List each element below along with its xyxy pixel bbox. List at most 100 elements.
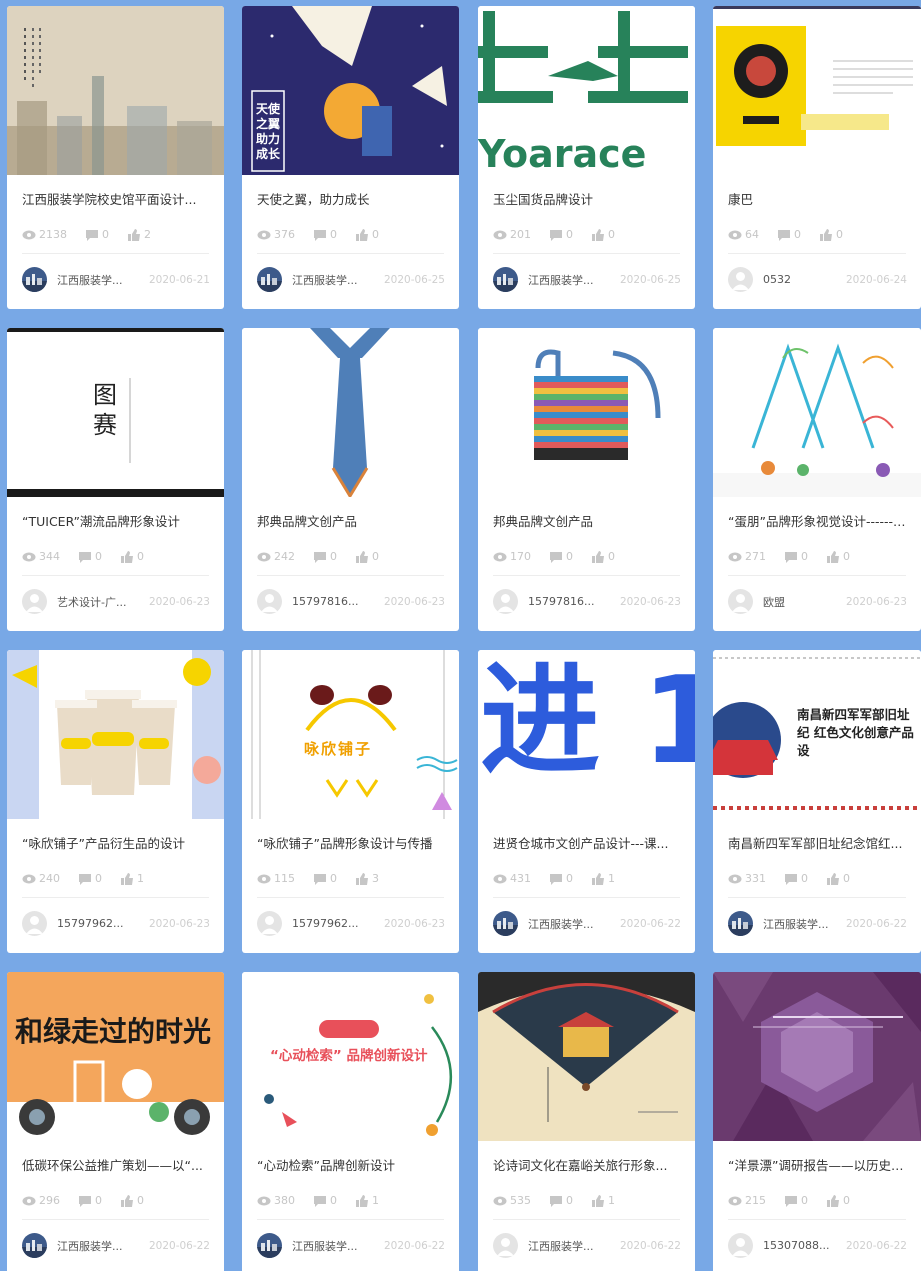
author-name[interactable]: 江西服装学... xyxy=(57,1238,123,1254)
project-title[interactable]: 南昌新四军军部旧址纪念馆红... xyxy=(728,835,909,853)
project-title[interactable]: 低碳环保公益推广策划——以“... xyxy=(22,1157,212,1175)
author-row[interactable]: 15797962... 2020-06-23 xyxy=(22,911,210,936)
project-card[interactable]: 江西服装学院校史馆平面设计... 2138 0 2 江西服装学... 2020-… xyxy=(7,6,224,309)
author-row[interactable]: 江西服装学... 2020-06-21 xyxy=(22,267,210,292)
project-thumbnail[interactable]: “心动检索” 品牌创新设计 xyxy=(242,972,459,1141)
project-thumbnail[interactable]: 进 1955 贤 仓 xyxy=(478,650,695,819)
avatar[interactable] xyxy=(257,267,282,292)
project-card[interactable]: 南昌新四军军部旧址纪 红色文化创意产品设 南昌新四军军部旧址纪念馆红... 33… xyxy=(713,650,921,953)
author-name[interactable]: 15307088... xyxy=(763,1239,829,1252)
project-thumbnail[interactable] xyxy=(713,6,921,175)
author-row[interactable]: 15797816... 2020-06-23 xyxy=(257,589,445,614)
project-card[interactable]: 图赛 “TUICER”潮流品牌形象设计 344 0 0 艺术设计-广... 20… xyxy=(7,328,224,631)
project-title[interactable]: 邦典品牌文创产品 xyxy=(493,513,683,531)
author-row[interactable]: 0532 2020-06-24 xyxy=(728,267,907,292)
author-row[interactable]: 江西服装学... 2020-06-25 xyxy=(257,267,445,292)
project-card[interactable]: “蛋朋”品牌形象视觉设计-------... 271 0 0 欧盟 2020-0… xyxy=(713,328,921,631)
avatar[interactable] xyxy=(257,1233,282,1258)
views-count: 201 xyxy=(510,228,531,241)
project-title[interactable]: 玉尘国货品牌设计 xyxy=(493,191,683,209)
project-title[interactable]: 天使之翼，助力成长 xyxy=(257,191,447,209)
project-thumbnail[interactable] xyxy=(478,328,695,497)
author-name[interactable]: 江西服装学... xyxy=(57,272,123,288)
project-thumbnail[interactable]: 咏欣铺子 xyxy=(242,650,459,819)
project-card[interactable]: 邦典品牌文创产品 242 0 0 15797816... 2020-06-23 xyxy=(242,328,459,631)
project-card[interactable]: “心动检索” 品牌创新设计 “心动检索”品牌创新设计 380 0 1 江西服装学… xyxy=(242,972,459,1271)
project-card[interactable]: “洋景漂”调研报告——以历史、... 215 0 0 15307088... 2… xyxy=(713,972,921,1271)
project-card[interactable]: 康巴 64 0 0 0532 2020-06-24 xyxy=(713,6,921,309)
author-name[interactable]: 江西服装学... xyxy=(528,916,594,932)
project-card[interactable]: 邦典品牌文创产品 170 0 0 15797816... 2020-06-23 xyxy=(478,328,695,631)
author-name[interactable]: 0532 xyxy=(763,273,791,286)
author-name[interactable]: 江西服装学... xyxy=(528,1238,594,1254)
project-title[interactable]: “TUICER”潮流品牌形象设计 xyxy=(22,513,212,531)
author-row[interactable]: 江西服装学... 2020-06-25 xyxy=(493,267,681,292)
project-thumbnail[interactable]: 南昌新四军军部旧址纪 红色文化创意产品设 xyxy=(713,650,921,819)
author-name[interactable]: 15797962... xyxy=(57,917,123,930)
avatar[interactable] xyxy=(493,589,518,614)
thumbnail-text: “心动检索” 品牌创新设计 xyxy=(270,1048,428,1064)
author-row[interactable]: 江西服装学... 2020-06-22 xyxy=(728,911,907,936)
project-thumbnail[interactable] xyxy=(242,328,459,497)
project-title[interactable]: 江西服装学院校史馆平面设计... xyxy=(22,191,212,209)
avatar[interactable] xyxy=(493,267,518,292)
project-card[interactable]: “咏欣铺子”产品衍生品的设计 240 0 1 15797962... 2020-… xyxy=(7,650,224,953)
project-thumbnail[interactable]: 天使之翼 助力成长 xyxy=(242,6,459,175)
author-name[interactable]: 江西服装学... xyxy=(763,916,829,932)
author-row[interactable]: 15797816... 2020-06-23 xyxy=(493,589,681,614)
project-thumbnail[interactable] xyxy=(478,972,695,1141)
project-title[interactable]: “蛋朋”品牌形象视觉设计-------... xyxy=(728,513,909,531)
project-thumbnail[interactable] xyxy=(7,6,224,175)
project-card[interactable]: 和绿走过的时光 低碳环保公益推广策划——以“... 296 0 0 江西服装学.… xyxy=(7,972,224,1271)
author-name[interactable]: 江西服装学... xyxy=(292,272,358,288)
author-name[interactable]: 15797816... xyxy=(528,595,594,608)
author-name[interactable]: 15797816... xyxy=(292,595,358,608)
avatar[interactable] xyxy=(728,1233,753,1258)
project-card[interactable]: 咏欣铺子 “咏欣铺子”品牌形象设计与传播 115 0 3 15797962...… xyxy=(242,650,459,953)
project-thumbnail[interactable]: Yoarace xyxy=(478,6,695,175)
author-row[interactable]: 欧盟 2020-06-23 xyxy=(728,589,907,614)
project-card[interactable]: 论诗词文化在嘉峪关旅行形象... 535 0 1 江西服装学... 2020-0… xyxy=(478,972,695,1271)
avatar[interactable] xyxy=(257,911,282,936)
author-name[interactable]: 江西服装学... xyxy=(292,1238,358,1254)
eye-icon xyxy=(257,874,271,883)
author-name[interactable]: 艺术设计-广... xyxy=(57,594,126,610)
author-row[interactable]: 江西服装学... 2020-06-22 xyxy=(493,1233,681,1258)
avatar[interactable] xyxy=(728,589,753,614)
project-title[interactable]: “咏欣铺子”产品衍生品的设计 xyxy=(22,835,212,853)
author-row[interactable]: 江西服装学... 2020-06-22 xyxy=(22,1233,210,1258)
avatar[interactable] xyxy=(728,267,753,292)
avatar[interactable] xyxy=(22,1233,47,1258)
comment-icon xyxy=(79,1195,91,1207)
project-thumbnail[interactable]: 图赛 xyxy=(7,328,224,497)
author-row[interactable]: 15797962... 2020-06-23 xyxy=(257,911,445,936)
project-title[interactable]: “心动检索”品牌创新设计 xyxy=(257,1157,447,1175)
project-title[interactable]: 邦典品牌文创产品 xyxy=(257,513,447,531)
author-name[interactable]: 江西服装学... xyxy=(528,272,594,288)
project-title[interactable]: 康巴 xyxy=(728,191,909,209)
project-title[interactable]: 进贤仓城市文创产品设计---课... xyxy=(493,835,683,853)
avatar[interactable] xyxy=(22,589,47,614)
project-thumbnail[interactable]: 和绿走过的时光 xyxy=(7,972,224,1141)
author-row[interactable]: 15307088... 2020-06-22 xyxy=(728,1233,907,1258)
author-row[interactable]: 艺术设计-广... 2020-06-23 xyxy=(22,589,210,614)
project-card[interactable]: 天使之翼 助力成长 天使之翼，助力成长 376 0 0 江西服装学... 202… xyxy=(242,6,459,309)
author-row[interactable]: 江西服装学... 2020-06-22 xyxy=(493,911,681,936)
avatar[interactable] xyxy=(493,1233,518,1258)
avatar[interactable] xyxy=(257,589,282,614)
avatar[interactable] xyxy=(728,911,753,936)
author-name[interactable]: 欧盟 xyxy=(763,594,785,610)
project-card[interactable]: 进 1955 贤 仓 进贤仓城市文创产品设计---课... 431 0 1 江西… xyxy=(478,650,695,953)
avatar[interactable] xyxy=(22,911,47,936)
avatar[interactable] xyxy=(493,911,518,936)
project-thumbnail[interactable] xyxy=(7,650,224,819)
author-name[interactable]: 15797962... xyxy=(292,917,358,930)
project-title[interactable]: “洋景漂”调研报告——以历史、... xyxy=(728,1157,909,1175)
project-thumbnail[interactable] xyxy=(713,328,921,497)
author-row[interactable]: 江西服装学... 2020-06-22 xyxy=(257,1233,445,1258)
project-thumbnail[interactable] xyxy=(713,972,921,1141)
project-card[interactable]: Yoarace 玉尘国货品牌设计 201 0 0 江西服装学... 2020-0… xyxy=(478,6,695,309)
project-title[interactable]: 论诗词文化在嘉峪关旅行形象... xyxy=(493,1157,683,1175)
avatar[interactable] xyxy=(22,267,47,292)
project-title[interactable]: “咏欣铺子”品牌形象设计与传播 xyxy=(257,835,447,853)
